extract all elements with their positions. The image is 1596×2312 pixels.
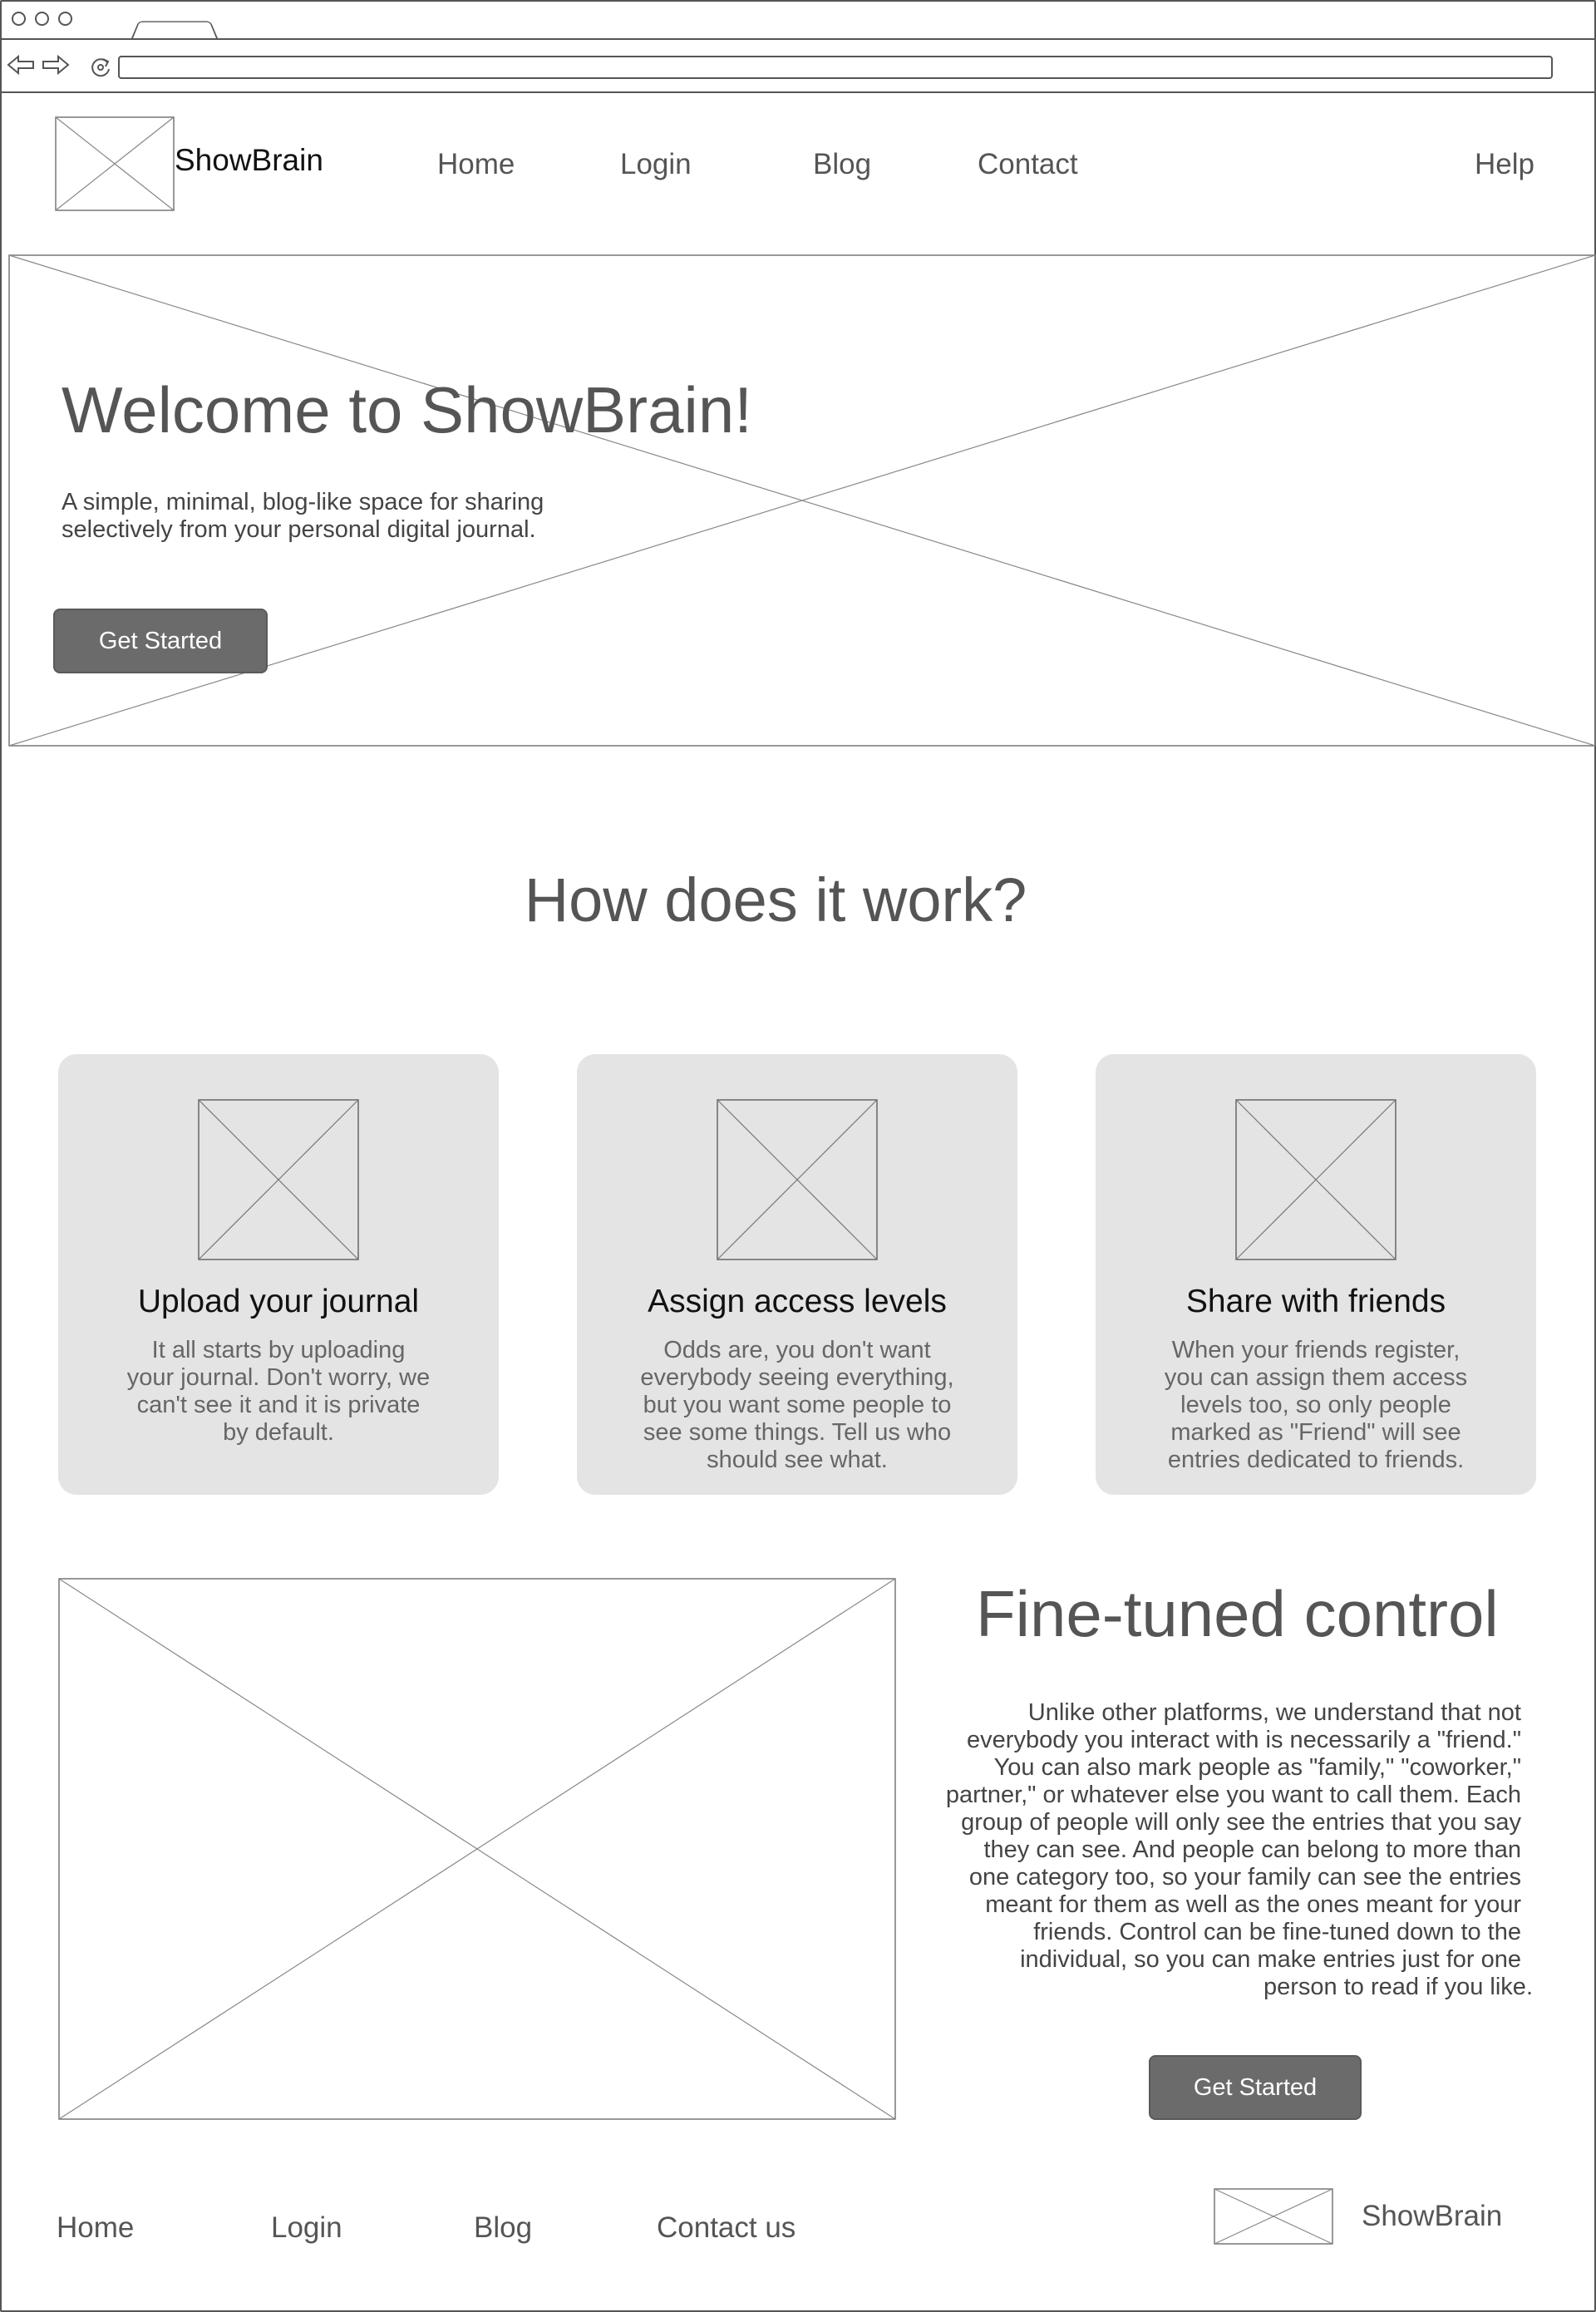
card-text-line: It all starts by uploading [151,1337,406,1363]
image-placeholder-icon [55,116,175,211]
brand-name[interactable]: ShowBrain [175,143,323,178]
footer-login[interactable]: Login [271,2211,342,2245]
hero-subtitle-line-1: A simple, minimal, blog-like space for s… [62,489,544,515]
nav-home[interactable]: Home [437,148,515,181]
card-image-placeholder [717,1099,878,1260]
finetuned-text: Unlike other platforms, we understand th… [931,1699,1533,2001]
url-bar[interactable] [118,56,1553,79]
how-section-title: How does it work? [524,865,1027,934]
feature-image-placeholder [58,1578,896,2120]
footer-contact[interactable]: Contact us [657,2211,796,2245]
hero-title: Welcome to ShowBrain! [62,373,752,446]
hero-subtitle-line-2: selectively from your personal digital j… [62,516,536,543]
card-text-share: When your friends register, you can assi… [1096,1337,1536,1474]
finetuned-title: Fine-tuned control [976,1577,1499,1650]
card-text-line: should see what. [707,1447,888,1473]
finetuned-text-line: person to read if you like. [1263,1974,1533,2000]
image-placeholder-icon [717,1099,878,1260]
close-dot-icon[interactable] [12,12,26,26]
card-text-line: marked as "Friend" will see [1170,1419,1461,1446]
finetuned-text-line: everybody you interact with is necessari… [967,1727,1521,1753]
browser-titlebar [0,0,1596,40]
finetuned-text-line: meant for them as well as the ones meant… [985,1891,1521,1918]
card-text-upload: It all starts by uploading your journal.… [58,1337,499,1447]
nav-login[interactable]: Login [620,148,692,181]
finetuned-get-started-button[interactable]: Get Started [1149,2055,1362,2120]
image-placeholder-icon [1214,2188,1333,2245]
card-text-line: but you want some people to [643,1392,952,1418]
finetuned-text-line: You can also mark people as "family," "c… [993,1754,1521,1781]
card-text-line: entries dedicated to friends. [1167,1447,1465,1473]
reload-icon[interactable] [88,55,113,80]
footer-blog[interactable]: Blog [474,2211,532,2245]
forward-arrow-icon[interactable] [42,55,70,75]
card-text-access: Odds are, you don't want everybody seein… [577,1337,1017,1474]
finetuned-text-line: one category too, so your family can see… [968,1864,1521,1891]
finetuned-text-line: partner," or whatever else you want to c… [945,1782,1521,1808]
nav-contact[interactable]: Contact [978,148,1078,181]
card-text-line: you can assign them access [1164,1364,1468,1391]
card-text-line: Odds are, you don't want [663,1337,931,1363]
finetuned-text-line: they can see. And people can belong to m… [983,1836,1521,1863]
maximize-dot-icon[interactable] [58,12,72,26]
card-image-placeholder [1235,1099,1396,1260]
minimize-dot-icon[interactable] [35,12,49,26]
footer-logo-placeholder [1214,2188,1333,2245]
finetuned-text-line: group of people will only see the entrie… [961,1809,1521,1836]
image-placeholder-icon [198,1099,359,1260]
finetuned-text-line: individual, so you can make entries just… [1020,1946,1521,1973]
card-text-line: can't see it and it is private [136,1392,421,1418]
card-title-access: Assign access levels [648,1284,947,1319]
image-placeholder-icon [58,1578,896,2120]
card-text-line: by default. [223,1419,334,1446]
finetuned-text-line: friends. Control can be fine-tuned down … [1033,1919,1521,1945]
card-image-placeholder [198,1099,359,1260]
nav-blog[interactable]: Blog [813,148,871,181]
card-title-upload: Upload your journal [137,1284,420,1319]
card-text-line: your journal. Don't worry, we [126,1364,431,1391]
image-placeholder-icon [1235,1099,1396,1260]
back-arrow-icon[interactable] [7,55,35,75]
browser-tab[interactable] [131,21,218,38]
card-text-line: When your friends register, [1171,1337,1461,1363]
footer-brand[interactable]: ShowBrain [1362,2200,1502,2233]
hero-get-started-button[interactable]: Get Started [53,609,268,673]
footer-home[interactable]: Home [57,2211,134,2245]
logo-placeholder [55,116,175,211]
card-text-line: see some things. Tell us who [643,1419,952,1446]
card-text-line: everybody seeing everything, [640,1364,954,1391]
finetuned-text-line: Unlike other platforms, we understand th… [1027,1699,1521,1726]
card-title-share: Share with friends [1185,1284,1446,1319]
nav-help[interactable]: Help [1475,148,1534,181]
card-text-line: levels too, so only people [1180,1392,1451,1418]
